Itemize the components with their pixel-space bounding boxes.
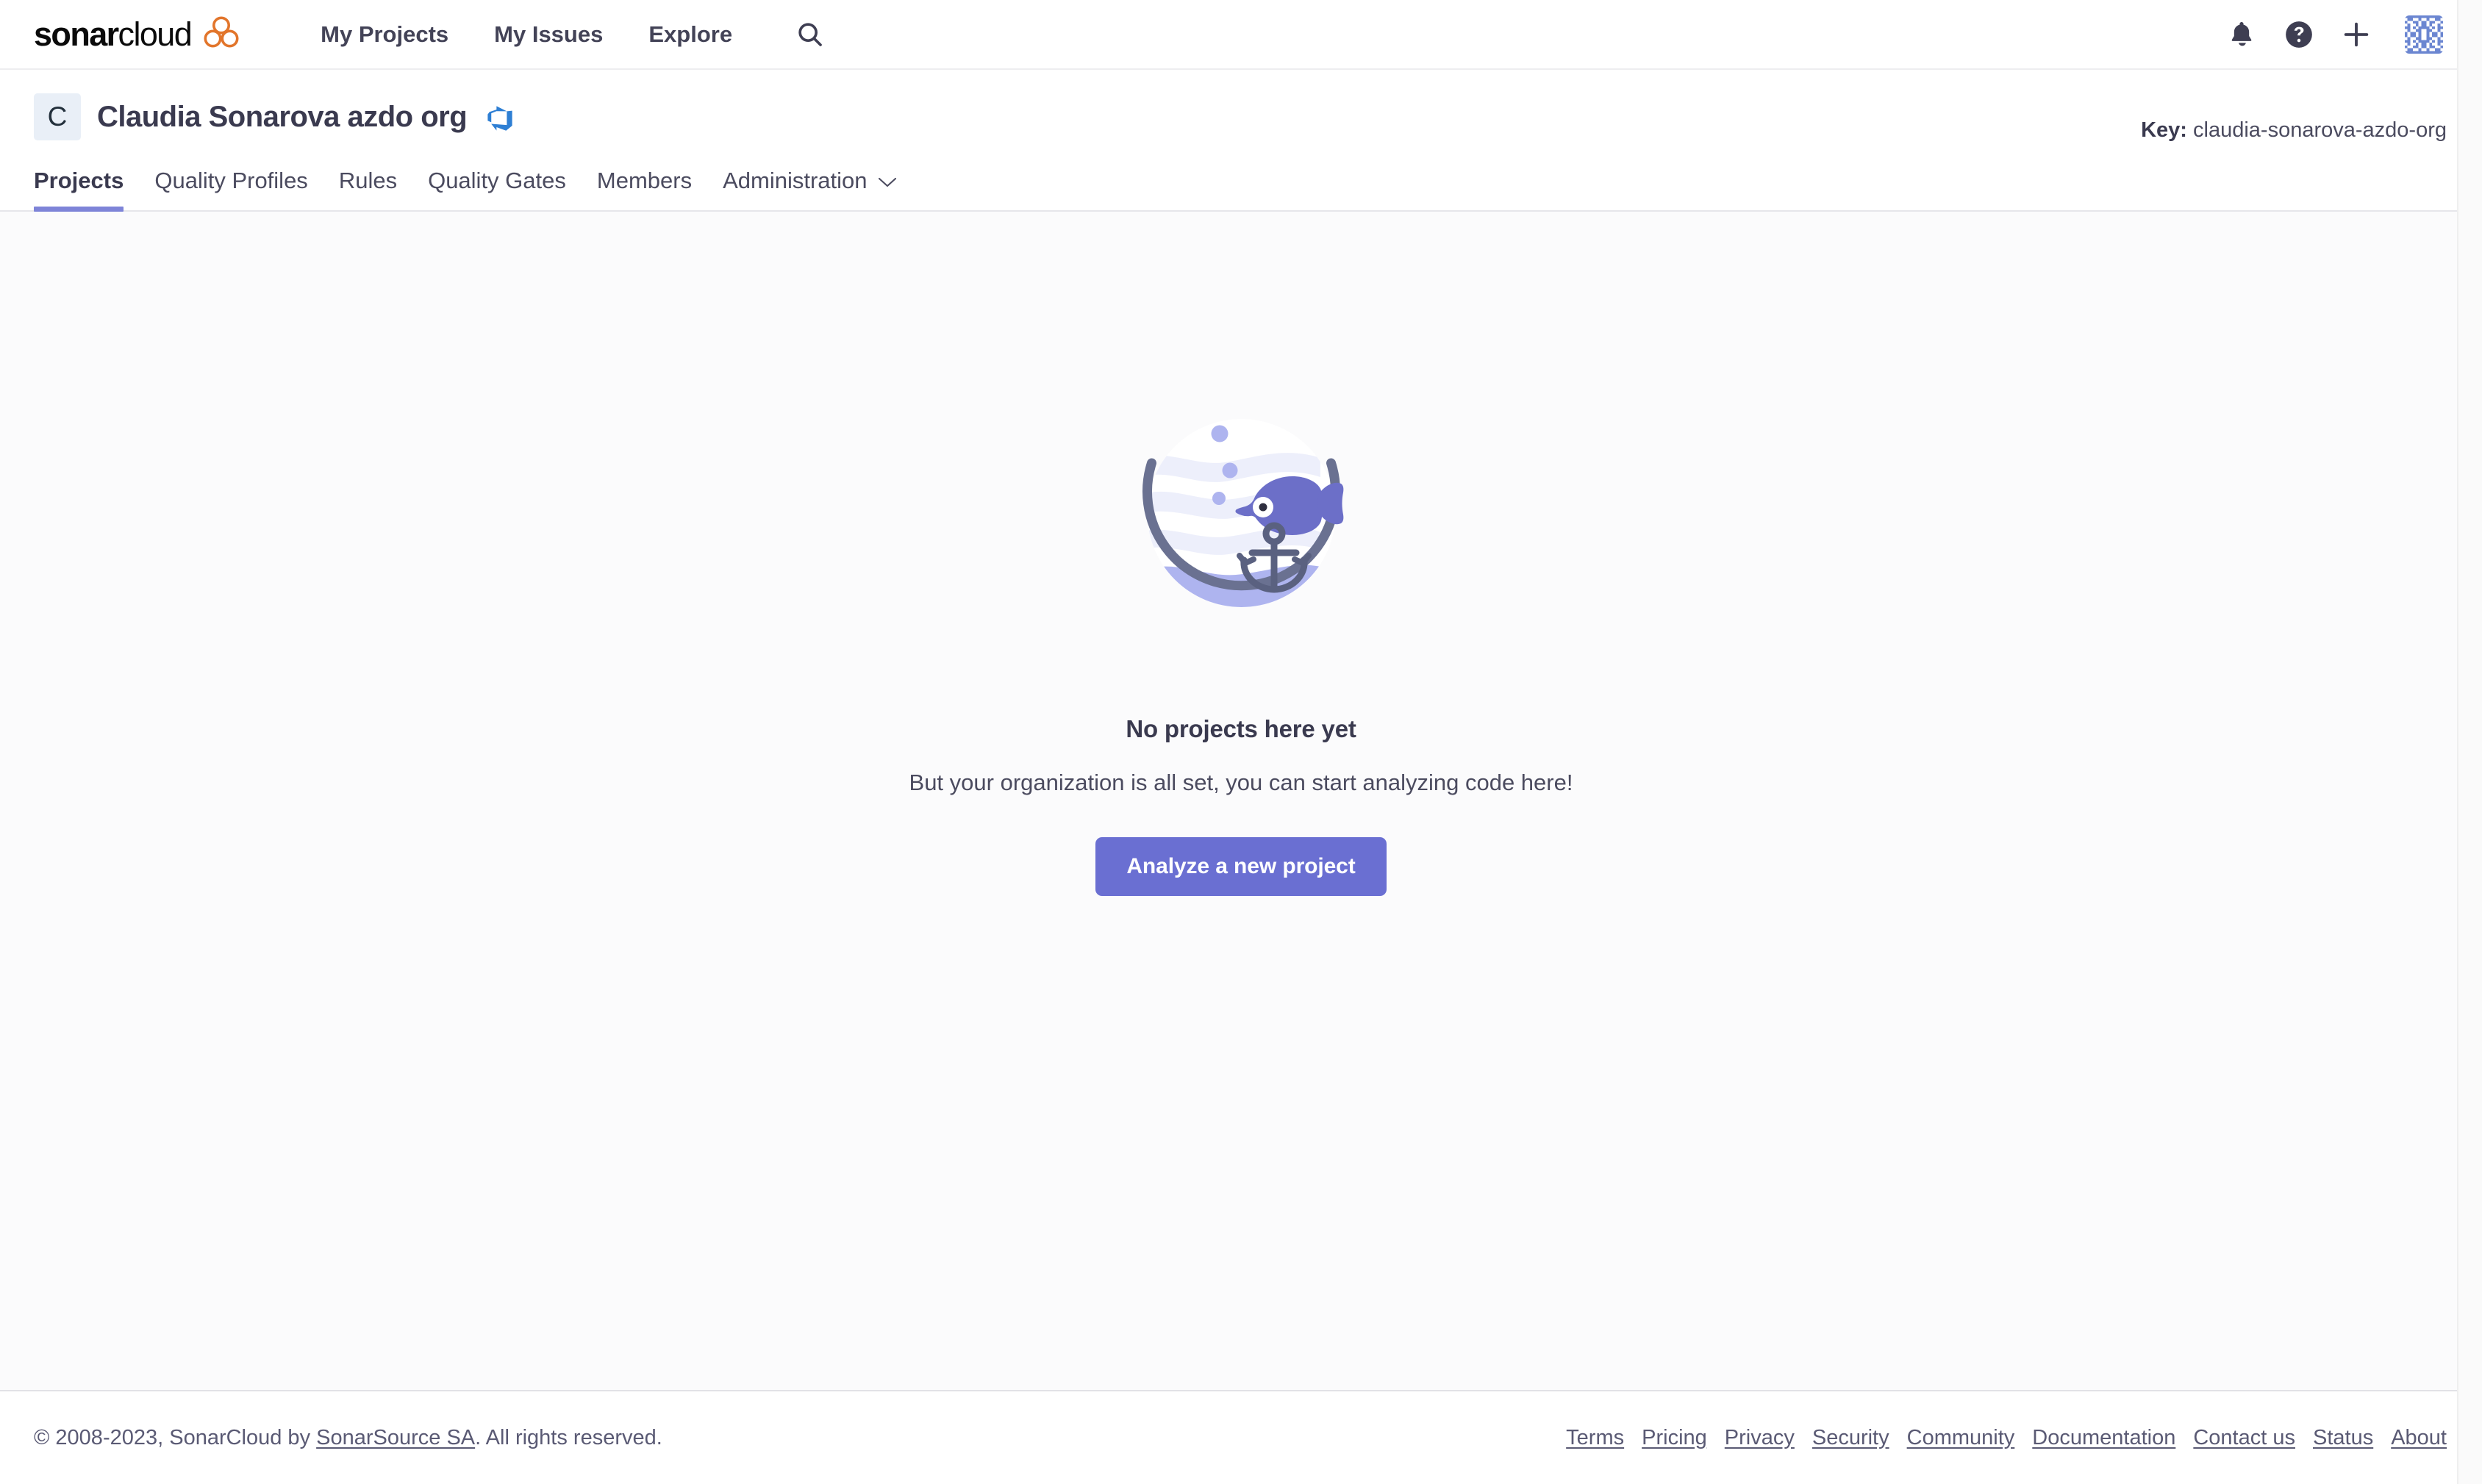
help-circle-icon[interactable] [2270,8,2328,61]
footer-link-terms[interactable]: Terms [1557,1426,1633,1450]
tab-projects[interactable]: Projects [34,168,139,212]
tab-projects-label: Projects [34,168,124,193]
tab-administration[interactable]: Administration [707,168,912,210]
tab-members-label: Members [596,168,693,193]
tab-rules[interactable]: Rules [323,168,412,210]
tab-quality-profiles[interactable]: Quality Profiles [139,168,323,210]
plus-icon[interactable] [2328,8,2385,61]
organization-key: Key: claudia-sonarova-azdo-org [2141,118,2447,143]
page-footer: © 2008-2023, SonarCloud by SonarSource S… [0,1390,2482,1484]
nav-link-my-projects[interactable]: My Projects [321,14,471,55]
footer-links: Terms Pricing Privacy Security Community… [1557,1426,2447,1450]
empty-state-title: No projects here yet [1126,715,1356,742]
sonarcloud-logo-link[interactable]: sonarcloud [34,16,240,52]
footer-link-privacy[interactable]: Privacy [1716,1426,1803,1450]
nav-link-my-issues[interactable]: My Issues [471,14,626,55]
tab-quality-gates[interactable]: Quality Gates [412,168,582,210]
context-header-top-row: C Claudia Sonarova azdo org Key: claudia… [34,70,2447,143]
organization-tabs: Projects Quality Profiles Rules Quality … [34,168,2447,212]
footer-link-contact-us[interactable]: Contact us [2184,1426,2304,1450]
user-avatar-identicon[interactable] [2401,12,2447,57]
page-title: Claudia Sonarova azdo org [97,101,468,133]
footer-link-security[interactable]: Security [1803,1426,1898,1450]
chevron-down-icon [878,176,897,188]
nav-link-explore[interactable]: Explore [626,14,755,55]
global-nav-links: My Projects My Issues Explore [321,14,755,55]
organization-context-header: C Claudia Sonarova azdo org Key: claudia… [0,70,2482,212]
empty-state-subtitle: But your organization is all set, you ca… [909,770,1573,795]
organization-key-label: Key: [2141,118,2187,142]
fishbowl-empty-illustration-icon [1107,390,1376,621]
organization-identity: C Claudia Sonarova azdo org [34,93,514,140]
footer-copyright: © 2008-2023, SonarCloud by SonarSource S… [34,1426,662,1450]
notifications-bell-icon[interactable] [2213,8,2270,61]
global-navbar: sonarcloud My Projects My Issues Explore [0,0,2482,70]
azure-devops-icon [486,104,514,132]
tab-administration-label: Administration [723,168,868,193]
footer-link-pricing[interactable]: Pricing [1633,1426,1716,1450]
analyze-new-project-button[interactable]: Analyze a new project [1095,837,1387,896]
tab-rules-label: Rules [338,168,398,193]
app-viewport: sonarcloud My Projects My Issues Explore [0,0,2482,1484]
footer-link-sonarsource[interactable]: SonarSource SA [316,1426,475,1449]
footer-link-documentation[interactable]: Documentation [2023,1426,2184,1450]
organization-avatar: C [34,93,81,140]
footer-link-community[interactable]: Community [1898,1426,2024,1450]
organization-key-block: Key: claudia-sonarova-azdo-org [2141,93,2447,143]
tab-quality-profiles-label: Quality Profiles [154,168,308,193]
organization-key-value: claudia-sonarova-azdo-org [2193,118,2447,142]
tab-members[interactable]: Members [582,168,707,210]
tab-quality-gates-label: Quality Gates [428,168,566,193]
wordmark-sonar: sonar [34,15,119,53]
main-content: No projects here yet But your organizati… [0,212,2482,1390]
search-icon[interactable] [790,14,831,55]
footer-link-about[interactable]: About [2382,1426,2447,1450]
sonarcloud-cloud-mark-icon [203,16,240,52]
vertical-scrollbar[interactable] [2457,0,2482,1484]
global-nav-right-group [2213,8,2447,61]
sonarcloud-wordmark: sonarcloud [34,15,193,53]
footer-link-status[interactable]: Status [2304,1426,2382,1450]
wordmark-cloud: cloud [118,15,193,53]
empty-state-projects: No projects here yet But your organizati… [0,212,2482,1390]
footer-copyright-prefix: © 2008-2023, SonarCloud by [34,1425,317,1449]
footer-copyright-suffix: . All rights reserved. [475,1425,662,1449]
